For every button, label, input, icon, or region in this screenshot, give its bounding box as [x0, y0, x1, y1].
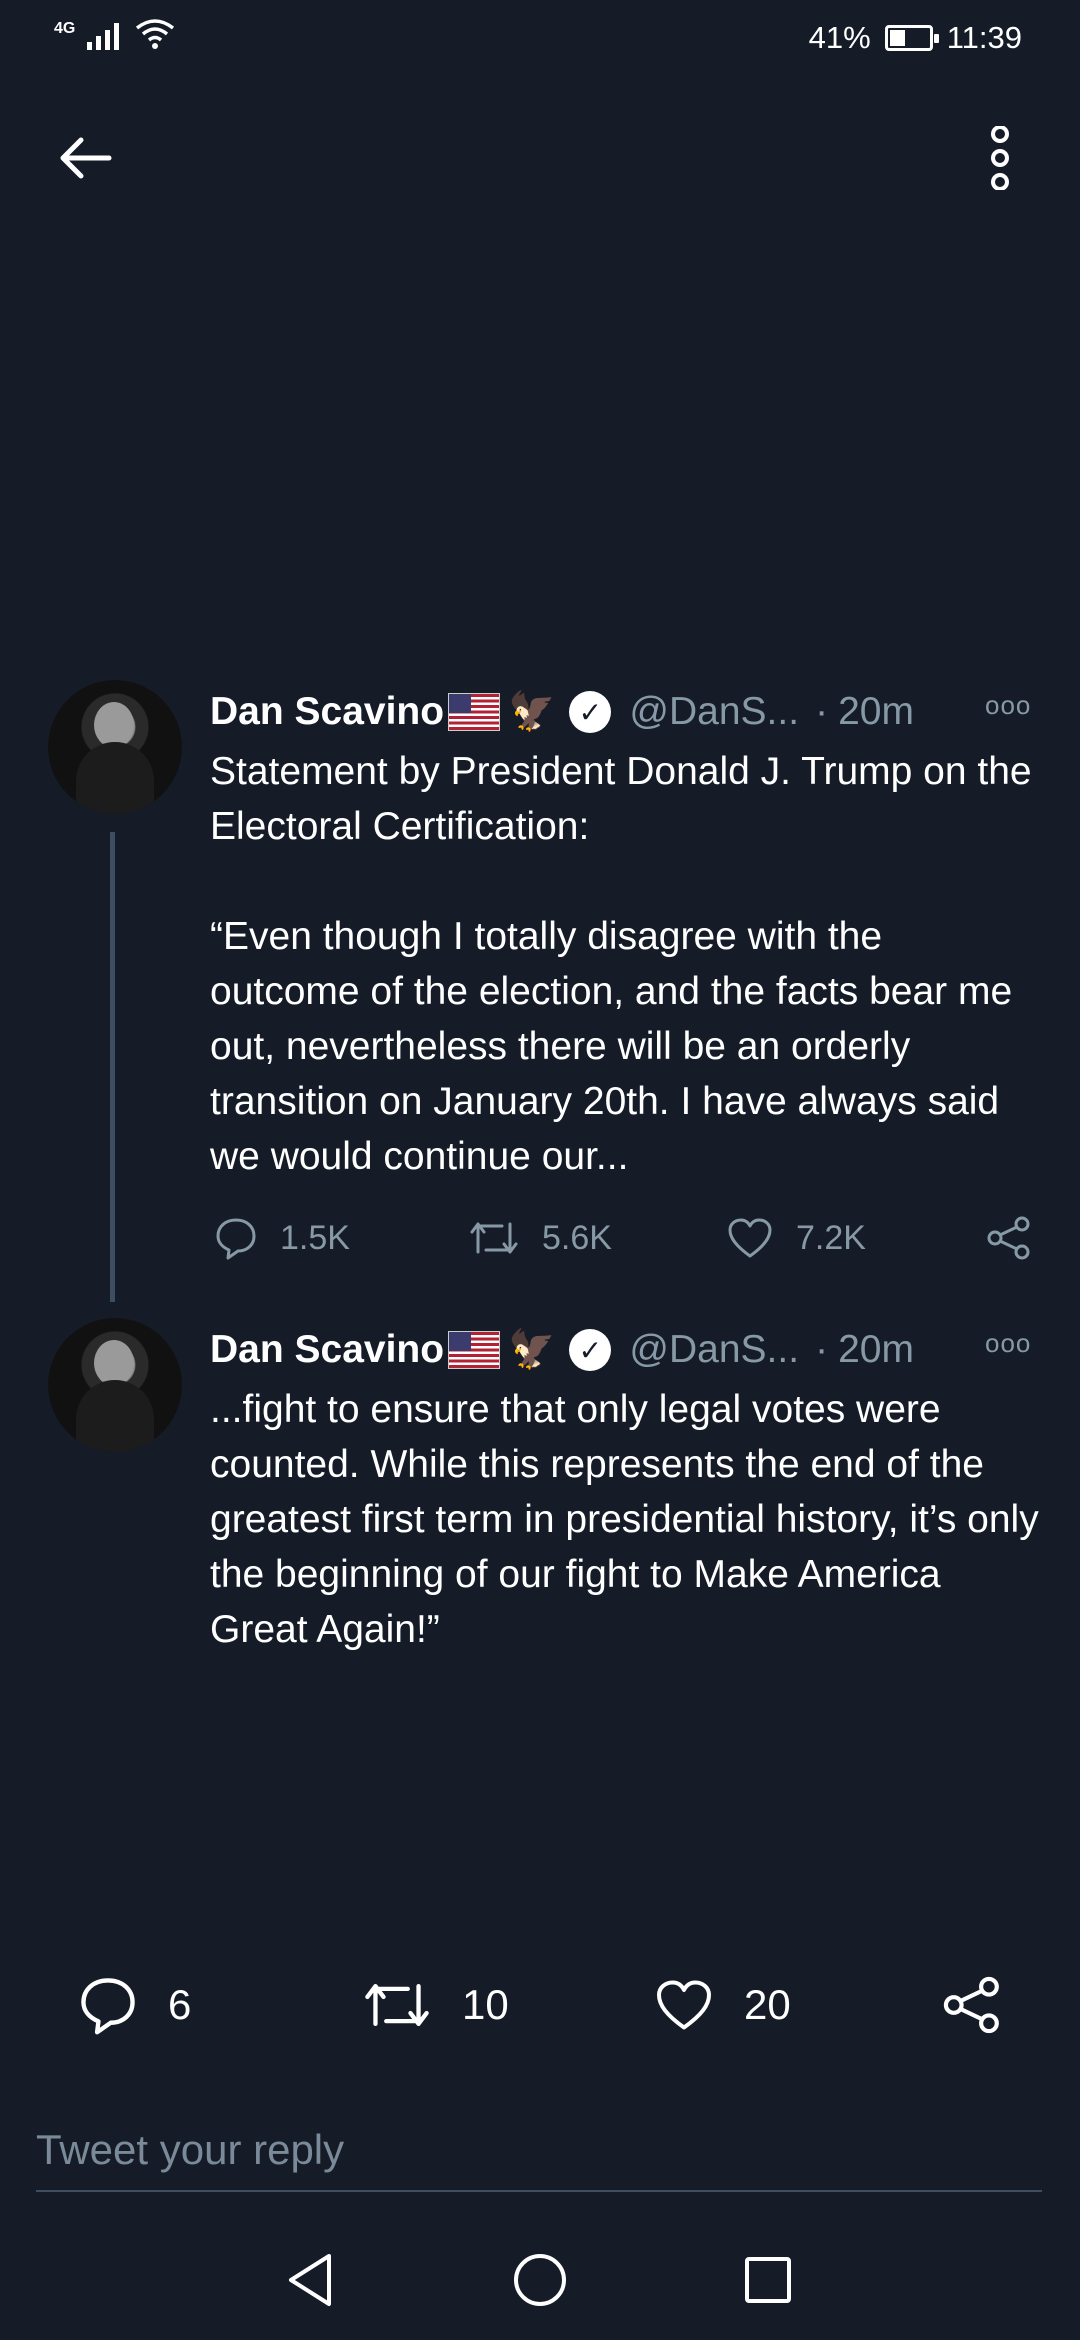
- like-count: 20: [744, 1981, 791, 2028]
- battery-percent: 41%: [808, 20, 871, 55]
- reply-icon: [81, 1978, 135, 2035]
- tweet-more-button[interactable]: ooo: [985, 690, 1031, 721]
- battery-fill: [889, 30, 906, 46]
- retweet-button[interactable]: 5.6K: [468, 1218, 612, 1258]
- reply-placeholder: Tweet your reply: [36, 2126, 345, 2173]
- circle-home-icon: [514, 2254, 566, 2306]
- bottom-action-bar: 6 10 20: [0, 1960, 1080, 2050]
- tweet-time[interactable]: 20m: [838, 690, 914, 734]
- reply-button[interactable]: 6: [78, 1960, 191, 2050]
- back-button[interactable]: [40, 118, 130, 198]
- us-flag-icon: [448, 1331, 501, 1369]
- heart-icon: [728, 1218, 772, 1258]
- clock: 11:39: [946, 20, 1022, 55]
- author-handle[interactable]: @DanS...: [629, 1328, 799, 1372]
- tweet[interactable]: Dan Scavino 🦅 ✓ @DanS... · 20m ooo ...fi…: [0, 1318, 1080, 1678]
- eagle-icon: 🦅: [508, 691, 556, 733]
- retweet-button[interactable]: 10: [362, 1960, 509, 2050]
- square-recents-icon: [745, 2257, 791, 2303]
- separator-dot: ·: [815, 1328, 829, 1371]
- wifi-icon: [136, 19, 175, 49]
- status-left: 4G: [54, 18, 175, 50]
- reply-button[interactable]: 1.5K: [214, 1216, 350, 1260]
- like-button[interactable]: 7.2K: [726, 1216, 866, 1260]
- retweet-icon: [365, 1984, 429, 2026]
- triangle-back-icon: [289, 2254, 331, 2306]
- tweet-header: Dan Scavino 🦅 ✓ @DanS... · 20m: [210, 684, 914, 740]
- tweet-header: Dan Scavino 🦅 ✓ @DanS... · 20m: [210, 1322, 914, 1378]
- retweet-count: 10: [462, 1981, 509, 2028]
- nav-home-button[interactable]: [500, 2240, 580, 2320]
- author-handle[interactable]: @DanS...: [629, 690, 799, 734]
- share-icon: [943, 1976, 999, 2034]
- verified-badge-icon: ✓: [569, 691, 612, 733]
- us-flag-icon: [448, 693, 501, 731]
- eagle-icon: 🦅: [508, 1329, 556, 1371]
- avatar[interactable]: [48, 1318, 182, 1452]
- heart-icon: [657, 1980, 711, 2030]
- tweet-text: ...fight to ensure that only legal votes…: [210, 1388, 1050, 1651]
- network-label: 4G: [54, 20, 76, 37]
- battery-icon: [884, 25, 939, 51]
- reply-count: 6: [168, 1981, 192, 2028]
- tweet[interactable]: Dan Scavino 🦅 ✓ @DanS... · 20m ooo State…: [0, 680, 1080, 1280]
- avatar[interactable]: [48, 680, 182, 814]
- signal-icon: [87, 23, 120, 50]
- tweet-actions: 1.5K 5.6K 7.2K: [210, 1208, 1040, 1268]
- tweet-text: Statement by President Donald J. Trump o…: [210, 750, 1032, 1178]
- system-nav-bar: [0, 2220, 1080, 2340]
- more-options-button[interactable]: [960, 118, 1040, 198]
- reply-count: 1.5K: [280, 1218, 350, 1257]
- retweet-icon: [470, 1222, 518, 1254]
- tweet-time[interactable]: 20m: [838, 1328, 914, 1372]
- verified-badge-icon: ✓: [569, 1329, 612, 1371]
- status-bar: 4G 41% 11:39: [0, 0, 1080, 70]
- status-right: 41% 11:39: [809, 20, 1022, 56]
- like-button[interactable]: 20: [654, 1960, 791, 2050]
- share-button[interactable]: [986, 1215, 1032, 1261]
- tweet-more-button[interactable]: ooo: [985, 1328, 1031, 1359]
- author-name[interactable]: Dan Scavino: [210, 1328, 444, 1372]
- author-name[interactable]: Dan Scavino: [210, 690, 444, 734]
- nav-recents-button[interactable]: [728, 2240, 808, 2320]
- reply-input[interactable]: Tweet your reply: [36, 2110, 1042, 2192]
- arrow-left-icon: [60, 137, 112, 179]
- share-icon: [987, 1216, 1030, 1260]
- share-button[interactable]: [942, 1960, 1002, 2050]
- reply-icon: [216, 1218, 256, 1260]
- more-vertical-icon: [991, 126, 1009, 190]
- like-count: 7.2K: [796, 1218, 866, 1257]
- separator-dot: ·: [815, 690, 829, 733]
- retweet-count: 5.6K: [542, 1218, 612, 1257]
- nav-back-button[interactable]: [270, 2240, 350, 2320]
